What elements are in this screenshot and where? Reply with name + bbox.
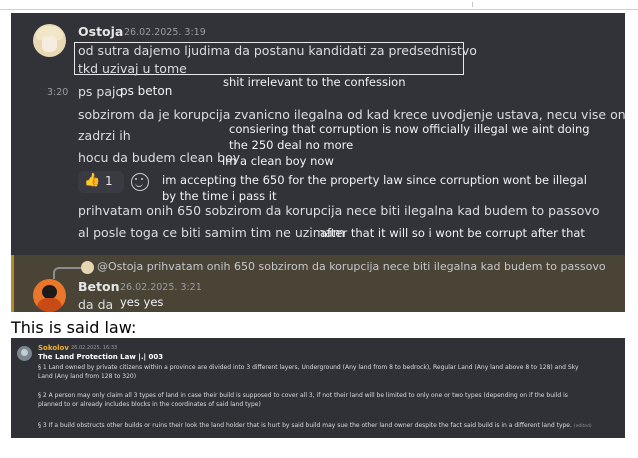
emoji-eye — [141, 178, 143, 180]
avatar[interactable] — [33, 279, 66, 312]
law-title: The Land Protection Law |.| 003 — [38, 353, 164, 361]
reaction-count: 1 — [105, 174, 113, 188]
law-line: planned to or already includes blocks in… — [38, 401, 261, 408]
message-line: ps pajo — [78, 84, 124, 99]
avatar-body — [37, 298, 62, 312]
emoji-mouth — [135, 182, 143, 187]
law-line: § 2 A person may only claim all 3 types … — [38, 392, 568, 399]
annotation-text: after that it will so i wont be corrupt … — [320, 226, 585, 240]
avatar-head — [42, 285, 57, 299]
message-timestamp: 26.02.2025. 3:19 — [124, 27, 206, 38]
avatar[interactable] — [17, 346, 32, 361]
window-top-bar — [0, 0, 638, 10]
annotation-text: shit irrelevant to the confession — [223, 75, 406, 89]
annotation-text: ps beton — [120, 84, 173, 98]
message-author[interactable]: Ostoja — [78, 24, 123, 39]
message-line: prihvatam onih 650 sobzirom da korupcija… — [78, 203, 600, 218]
avatar[interactable] — [33, 24, 66, 57]
reply-preview[interactable]: @Ostoja prihvatam onih 650 sobzirom da k… — [97, 260, 606, 273]
message-line: od sutra dajemo ljudima da postanu kandi… — [78, 43, 477, 58]
law-paragraph: § 1 Land owned by private citizens withi… — [38, 363, 598, 381]
emoji-eye — [135, 178, 137, 180]
annotation-text: im accepting the 650 for the property la… — [162, 173, 587, 187]
thumbs-up-icon: 👍 — [84, 173, 101, 188]
add-reaction-icon[interactable] — [131, 173, 149, 191]
law-paragraph: § 2 A person may only claim all 3 types … — [38, 391, 598, 409]
message-author[interactable]: Sokolov — [38, 344, 69, 352]
annotation-text: consiering that corruption is now offici… — [229, 122, 590, 136]
reply-connector — [53, 267, 81, 279]
law-line: § 3 If a build obstructs other builds or… — [38, 422, 572, 429]
caption: This is said law: — [11, 318, 137, 337]
annotation-text: by the time i pass it — [162, 189, 277, 203]
law-paragraph: § 3 If a build obstructs other builds or… — [38, 421, 598, 431]
message-line: da da — [78, 297, 114, 312]
reaction-button[interactable]: 👍 1 — [78, 171, 124, 193]
message-line: hocu da budem clean boy — [78, 150, 241, 165]
reply-avatar — [81, 261, 94, 274]
discord-law-screenshot: Sokolov 26.02.2025. 16:33 The Land Prote… — [11, 338, 625, 438]
discord-chat-screenshot: Ostoja 26.02.2025. 3:19 od sutra dajemo … — [11, 13, 625, 312]
message-timestamp: 26.02.2025. 3:21 — [120, 282, 202, 293]
law-line: § 1 Land owned by private citizens withi… — [38, 364, 579, 371]
message-timestamp: 26.02.2025. 16:33 — [71, 345, 118, 351]
edited-label: (edited) — [573, 424, 592, 429]
avatar-face — [42, 36, 57, 52]
annotation-text: yes yes — [120, 295, 164, 309]
hover-timestamp: 3:20 — [47, 87, 69, 98]
annotation-text: im a clean boy now — [222, 154, 334, 168]
message-line: al posle toga ce biti samim tim ne uzima… — [78, 225, 345, 240]
annotation-text: the 250 deal no more — [229, 138, 354, 152]
message-line: tkd uzivaj u tome — [78, 61, 187, 76]
law-line: Land (Any land from 128 to 320) — [38, 373, 137, 380]
message-line: zadrzi ih — [78, 128, 131, 143]
message-author[interactable]: Beton — [78, 279, 119, 294]
divider — [472, 2, 637, 7]
message-line: sobzirom da je korupcija zvanicno ilegal… — [78, 107, 625, 122]
